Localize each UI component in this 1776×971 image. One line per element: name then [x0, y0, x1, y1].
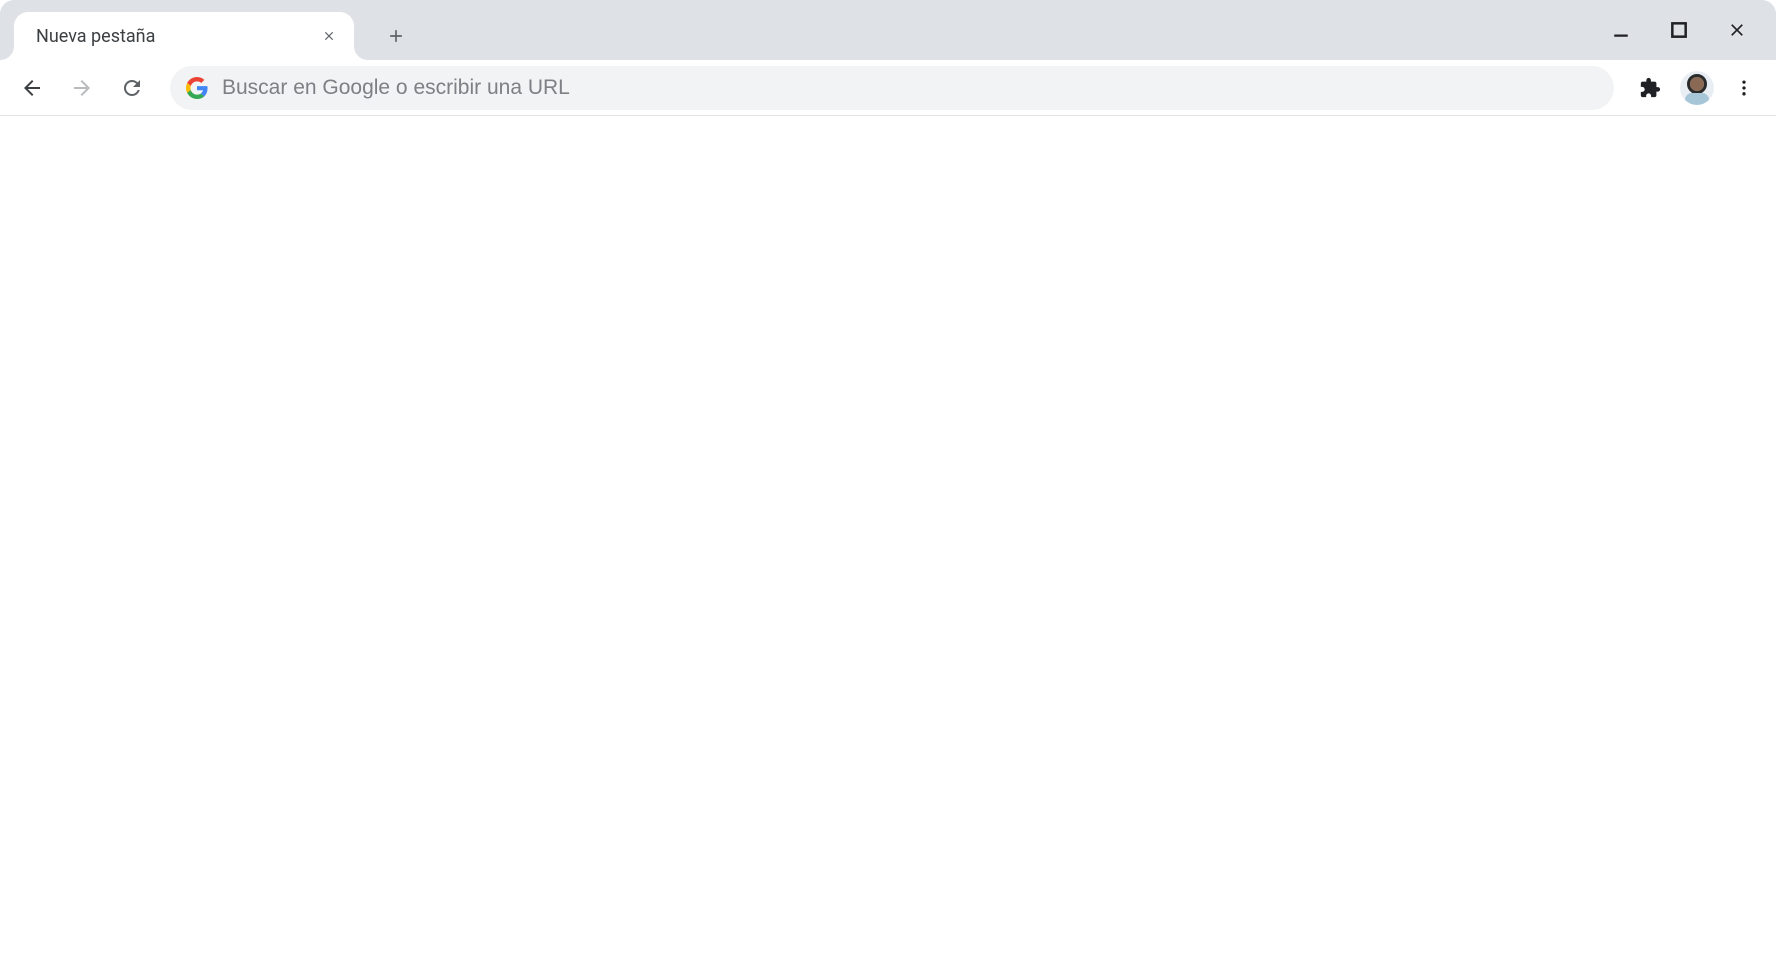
- maximize-icon: [1669, 20, 1689, 40]
- tab-strip: Nueva pestaña: [0, 0, 1776, 60]
- arrow-right-icon: [70, 76, 94, 100]
- minimize-button[interactable]: [1604, 13, 1638, 47]
- omnibox[interactable]: [170, 66, 1614, 110]
- window-controls: [1604, 0, 1768, 60]
- maximize-button[interactable]: [1662, 13, 1696, 47]
- toolbar-right: [1630, 68, 1766, 108]
- close-icon: [322, 29, 336, 43]
- close-window-button[interactable]: [1720, 13, 1754, 47]
- plus-icon: [386, 26, 406, 46]
- google-g-icon: [186, 77, 208, 99]
- reload-icon: [120, 76, 144, 100]
- arrow-left-icon: [20, 76, 44, 100]
- close-icon: [1727, 20, 1747, 40]
- reload-button[interactable]: [110, 66, 154, 110]
- avatar-icon: [1680, 71, 1714, 105]
- back-button[interactable]: [10, 66, 54, 110]
- puzzle-piece-icon: [1639, 77, 1661, 99]
- menu-button[interactable]: [1724, 68, 1764, 108]
- dots-vertical-icon: [1734, 78, 1754, 98]
- tab-active[interactable]: Nueva pestaña: [14, 12, 354, 60]
- new-tab-button[interactable]: [376, 16, 416, 56]
- tab-title: Nueva pestaña: [36, 26, 318, 47]
- minimize-icon: [1612, 20, 1630, 40]
- address-input[interactable]: [222, 76, 1598, 100]
- forward-button: [60, 66, 104, 110]
- toolbar: [0, 60, 1776, 116]
- page-content: [0, 116, 1776, 971]
- close-tab-button[interactable]: [318, 25, 340, 47]
- profile-button[interactable]: [1680, 71, 1714, 105]
- extensions-button[interactable]: [1630, 68, 1670, 108]
- browser-window: Nueva pestaña: [0, 0, 1776, 971]
